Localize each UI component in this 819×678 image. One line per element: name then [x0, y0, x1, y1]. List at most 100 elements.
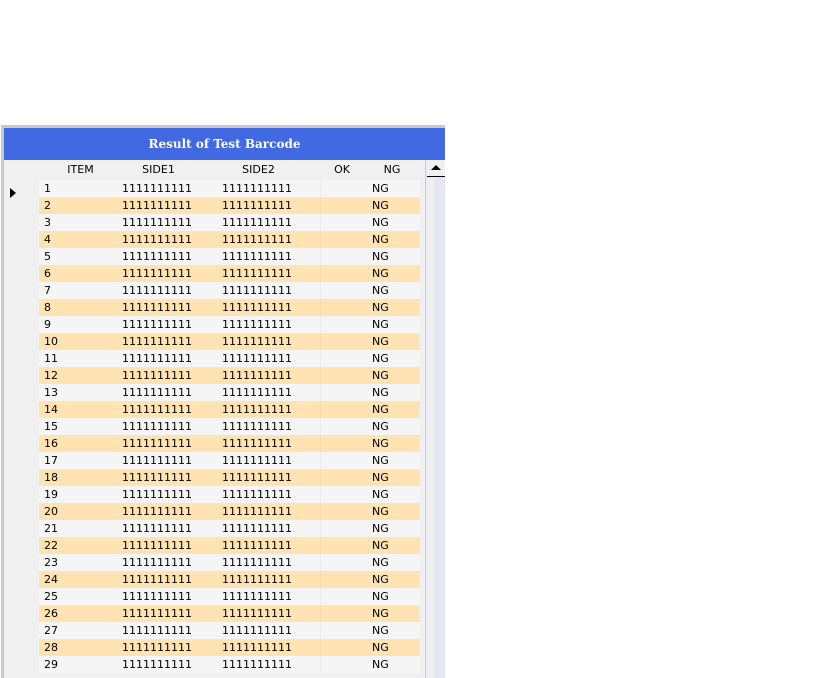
scroll-up-arrow-icon[interactable] [427, 160, 445, 176]
row-header-column[interactable] [4, 160, 39, 678]
cell-item[interactable]: 22 [44, 537, 58, 554]
cell-ng[interactable]: NG [372, 622, 389, 639]
cell-side1[interactable]: 1111111111 [122, 639, 192, 656]
cell-item[interactable]: 13 [44, 384, 58, 401]
cell-item[interactable]: 3 [44, 214, 51, 231]
cell-ng[interactable]: NG [372, 537, 389, 554]
table-row[interactable]: 1 1111111111 1111111111 NG [39, 180, 420, 197]
cell-item[interactable]: 10 [44, 333, 58, 350]
cell-side2[interactable]: 1111111111 [222, 588, 292, 605]
cell-side2[interactable]: 1111111111 [222, 180, 292, 197]
cell-side1[interactable]: 1111111111 [122, 469, 192, 486]
cell-side2[interactable]: 1111111111 [222, 537, 292, 554]
cell-side1[interactable]: 1111111111 [122, 180, 192, 197]
cell-ng[interactable]: NG [372, 248, 389, 265]
cell-side1[interactable]: 1111111111 [122, 214, 192, 231]
cell-item[interactable]: 20 [44, 503, 58, 520]
cell-item[interactable]: 21 [44, 520, 58, 537]
cell-side2[interactable]: 1111111111 [222, 401, 292, 418]
cell-side2[interactable]: 1111111111 [222, 554, 292, 571]
cell-ng[interactable]: NG [372, 333, 389, 350]
cell-side2[interactable]: 1111111111 [222, 469, 292, 486]
cell-side2[interactable]: 1111111111 [222, 214, 292, 231]
table-row[interactable]: 4 1111111111 1111111111 NG [39, 231, 420, 248]
cell-ng[interactable]: NG [372, 180, 389, 197]
table-row[interactable]: 21 1111111111 1111111111 NG [39, 520, 420, 537]
cell-ng[interactable]: NG [372, 469, 389, 486]
table-row[interactable]: 29 1111111111 1111111111 NG [39, 656, 420, 673]
cell-side1[interactable]: 1111111111 [122, 282, 192, 299]
cell-side1[interactable]: 1111111111 [122, 418, 192, 435]
cell-side1[interactable]: 1111111111 [122, 452, 192, 469]
cell-side1[interactable]: 1111111111 [122, 520, 192, 537]
cell-side1[interactable]: 1111111111 [122, 486, 192, 503]
cell-ng[interactable]: NG [372, 588, 389, 605]
cell-item[interactable]: 2 [44, 197, 51, 214]
cell-side1[interactable]: 1111111111 [122, 605, 192, 622]
table-row[interactable]: 9 1111111111 1111111111 NG [39, 316, 420, 333]
cell-item[interactable]: 5 [44, 248, 51, 265]
cell-side2[interactable]: 1111111111 [222, 316, 292, 333]
cell-side1[interactable]: 1111111111 [122, 333, 192, 350]
cell-side2[interactable]: 1111111111 [222, 248, 292, 265]
cell-side1[interactable]: 1111111111 [122, 367, 192, 384]
cell-ng[interactable]: NG [372, 367, 389, 384]
cell-side1[interactable]: 1111111111 [122, 231, 192, 248]
cell-ng[interactable]: NG [372, 639, 389, 656]
cell-ng[interactable]: NG [372, 503, 389, 520]
cell-side2[interactable]: 1111111111 [222, 333, 292, 350]
column-header-side2[interactable]: SIDE2 [222, 160, 295, 180]
cell-side2[interactable]: 1111111111 [222, 622, 292, 639]
cell-side2[interactable]: 1111111111 [222, 639, 292, 656]
cell-side2[interactable]: 1111111111 [222, 486, 292, 503]
cell-side1[interactable]: 1111111111 [122, 316, 192, 333]
cell-side1[interactable]: 1111111111 [122, 571, 192, 588]
table-row[interactable]: 22 1111111111 1111111111 NG [39, 537, 420, 554]
cell-ng[interactable]: NG [372, 214, 389, 231]
cell-side2[interactable]: 1111111111 [222, 367, 292, 384]
column-header-ng[interactable]: NG [372, 160, 412, 180]
cell-item[interactable]: 24 [44, 571, 58, 588]
table-row[interactable]: 25 1111111111 1111111111 NG [39, 588, 420, 605]
cell-item[interactable]: 12 [44, 367, 58, 384]
cell-item[interactable]: 27 [44, 622, 58, 639]
cell-item[interactable]: 19 [44, 486, 58, 503]
cell-ng[interactable]: NG [372, 435, 389, 452]
cell-side1[interactable]: 1111111111 [122, 197, 192, 214]
cell-ng[interactable]: NG [372, 418, 389, 435]
cell-side1[interactable]: 1111111111 [122, 265, 192, 282]
table-row[interactable]: 14 1111111111 1111111111 NG [39, 401, 420, 418]
cell-side1[interactable]: 1111111111 [122, 622, 192, 639]
cell-ng[interactable]: NG [372, 299, 389, 316]
cell-side1[interactable]: 1111111111 [122, 656, 192, 673]
table-row[interactable]: 17 1111111111 1111111111 NG [39, 452, 420, 469]
table-row[interactable]: 27 1111111111 1111111111 NG [39, 622, 420, 639]
cell-side2[interactable]: 1111111111 [222, 605, 292, 622]
cell-item[interactable]: 8 [44, 299, 51, 316]
table-row[interactable]: 23 1111111111 1111111111 NG [39, 554, 420, 571]
cell-side2[interactable]: 1111111111 [222, 197, 292, 214]
cell-side2[interactable]: 1111111111 [222, 299, 292, 316]
cell-side1[interactable]: 1111111111 [122, 350, 192, 367]
cell-side1[interactable]: 1111111111 [122, 503, 192, 520]
column-header-side1[interactable]: SIDE1 [122, 160, 195, 180]
cell-item[interactable]: 14 [44, 401, 58, 418]
cell-side2[interactable]: 1111111111 [222, 503, 292, 520]
column-header-ok[interactable]: OK [322, 160, 362, 180]
cell-side2[interactable]: 1111111111 [222, 350, 292, 367]
cell-item[interactable]: 18 [44, 469, 58, 486]
cell-side2[interactable]: 1111111111 [222, 435, 292, 452]
table-row[interactable]: 18 1111111111 1111111111 NG [39, 469, 420, 486]
table-row[interactable]: 8 1111111111 1111111111 NG [39, 299, 420, 316]
cell-ng[interactable]: NG [372, 656, 389, 673]
cell-side2[interactable]: 1111111111 [222, 384, 292, 401]
cell-side1[interactable]: 1111111111 [122, 435, 192, 452]
table-row[interactable]: 2 1111111111 1111111111 NG [39, 197, 420, 214]
cell-side2[interactable]: 1111111111 [222, 265, 292, 282]
cell-side1[interactable]: 1111111111 [122, 588, 192, 605]
cell-ng[interactable]: NG [372, 265, 389, 282]
table-row[interactable]: 28 1111111111 1111111111 NG [39, 639, 420, 656]
cell-side2[interactable]: 1111111111 [222, 282, 292, 299]
cell-item[interactable]: 7 [44, 282, 51, 299]
cell-ng[interactable]: NG [372, 605, 389, 622]
